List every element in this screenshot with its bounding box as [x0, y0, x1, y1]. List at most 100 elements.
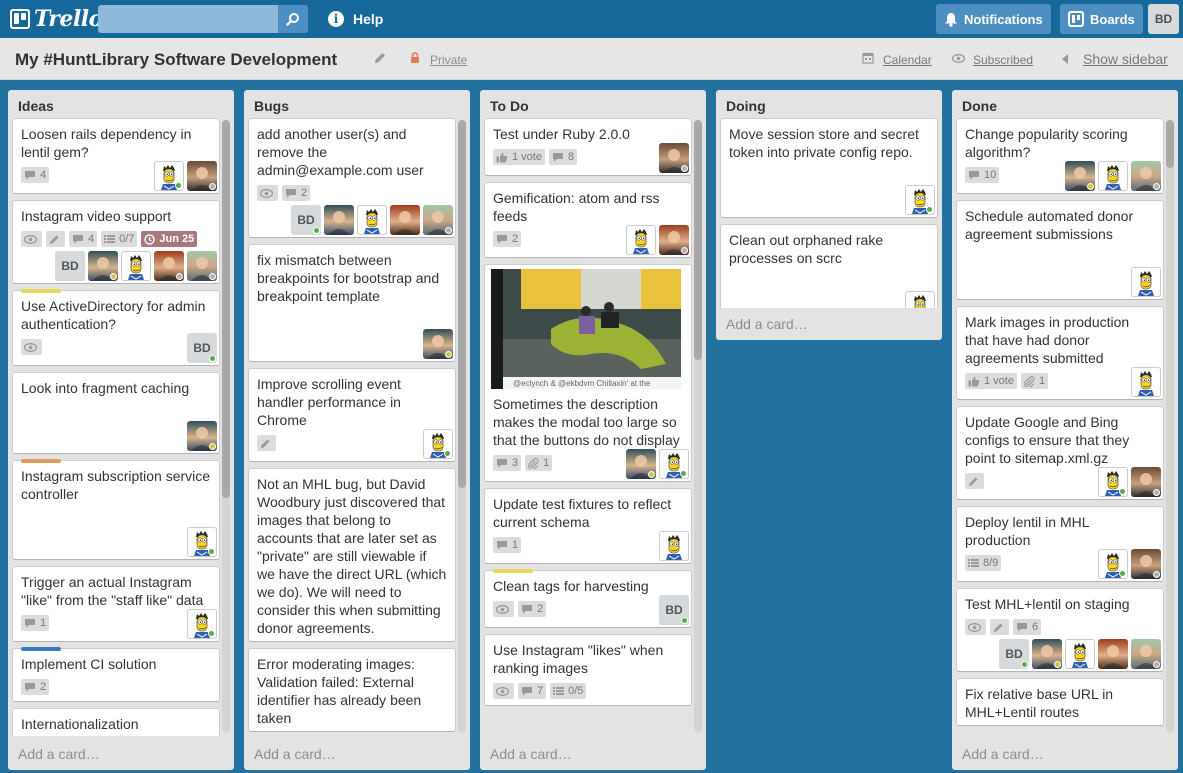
scrollbar-thumb[interactable] [1166, 120, 1174, 168]
member-avatar[interactable] [423, 205, 453, 235]
list-scrollbar[interactable] [694, 120, 702, 732]
boards-button[interactable]: Boards [1060, 4, 1143, 34]
card[interactable]: Mark images in production that have had … [956, 306, 1164, 400]
card[interactable]: Use ActiveDirectory for admin authentica… [12, 289, 220, 366]
member-avatar[interactable] [1131, 267, 1161, 297]
member-avatar[interactable] [187, 161, 217, 191]
search-input[interactable] [98, 5, 278, 33]
card[interactable]: Fix relative base URL in MHL+Lentil rout… [956, 678, 1164, 726]
member-avatar[interactable] [1098, 467, 1128, 497]
edit-pencil-icon[interactable] [374, 52, 386, 64]
member-avatar[interactable] [1065, 639, 1095, 669]
card[interactable]: Change popularity scoring algorithm? 10 [956, 118, 1164, 194]
card[interactable]: Trigger an actual Instagram "like" from … [12, 566, 220, 642]
member-avatar[interactable]: BD [187, 333, 217, 363]
help-button[interactable]: i Help [328, 8, 383, 30]
board-title[interactable]: My #HuntLibrary Software Development [15, 50, 337, 70]
member-avatar[interactable] [659, 225, 689, 255]
card[interactable]: fix mismatch between breakpoints for boo… [248, 244, 456, 362]
member-avatar[interactable] [121, 251, 151, 281]
list-title[interactable]: Bugs [254, 98, 289, 114]
member-avatar[interactable] [905, 291, 935, 308]
list-title[interactable]: To Do [490, 98, 529, 114]
member-avatar[interactable] [1131, 161, 1161, 191]
member-avatar[interactable] [357, 205, 387, 235]
user-avatar-button[interactable]: BD [1148, 4, 1179, 34]
member-avatar[interactable] [1098, 549, 1128, 579]
card[interactable]: Improve scrolling event handler performa… [248, 368, 456, 462]
member-avatar[interactable] [1131, 549, 1161, 579]
member-avatar[interactable] [324, 205, 354, 235]
card[interactable]: Update Google and Bing configs to ensure… [956, 406, 1164, 500]
trello-logo[interactable]: Trello [10, 6, 103, 32]
member-avatar[interactable]: BD [55, 251, 85, 281]
member-avatar[interactable] [1032, 639, 1062, 669]
member-avatar[interactable]: BD [291, 205, 321, 235]
card[interactable]: Test MHL+lentil on staging 6 BD [956, 588, 1164, 672]
member-avatar[interactable] [187, 421, 217, 451]
list-scrollbar[interactable] [222, 120, 230, 732]
member-avatar[interactable] [88, 251, 118, 281]
member-avatar[interactable] [905, 185, 935, 215]
list-title[interactable]: Doing [726, 98, 766, 114]
list-title[interactable]: Done [962, 98, 997, 114]
card[interactable]: Instagram subscription service controlle… [12, 459, 220, 560]
card[interactable]: Implement CI solution 2 [12, 647, 220, 702]
member-avatar[interactable] [1098, 639, 1128, 669]
card[interactable]: Not an MHL bug, but David Woodbury just … [248, 468, 456, 642]
member-avatar[interactable] [423, 429, 453, 459]
card[interactable]: Update test fixtures to reflect current … [484, 488, 692, 564]
subscribed-link[interactable]: Subscribed [973, 53, 1033, 67]
member-avatar[interactable]: BD [999, 639, 1029, 669]
scrollbar-thumb[interactable] [222, 120, 230, 498]
card[interactable]: Instagram video support 4 0/7 Jun 25 BD [12, 200, 220, 284]
member-avatar[interactable] [187, 527, 217, 557]
member-avatar[interactable] [1065, 161, 1095, 191]
visibility-link[interactable]: Private [430, 53, 467, 67]
member-avatar[interactable] [626, 225, 656, 255]
member-avatar[interactable]: BD [659, 595, 689, 625]
member-avatar[interactable] [154, 161, 184, 191]
member-avatar[interactable] [154, 251, 184, 281]
card[interactable]: Internationalization [12, 708, 220, 736]
list-scrollbar[interactable] [1166, 120, 1174, 732]
show-sidebar-link[interactable]: Show sidebar [1083, 51, 1168, 67]
card[interactable]: Gemification: atom and rss feeds 2 [484, 182, 692, 258]
card[interactable]: @eclynch & @ekbdvm Chillaxin' at the Some… [484, 264, 692, 482]
member-avatar[interactable] [659, 449, 689, 479]
member-avatar[interactable] [187, 251, 217, 281]
add-card-link[interactable]: Add a card… [18, 746, 100, 762]
notifications-button[interactable]: Notifications [936, 4, 1051, 34]
member-avatar[interactable] [187, 609, 217, 639]
card[interactable]: Schedule automated donor agreement submi… [956, 200, 1164, 300]
member-avatar[interactable] [423, 329, 453, 359]
member-avatar[interactable] [626, 449, 656, 479]
member-avatar[interactable] [1098, 161, 1128, 191]
card[interactable]: Clean out orphaned rake processes on scr… [720, 224, 938, 308]
member-avatar[interactable] [659, 531, 689, 561]
list-title[interactable]: Ideas [18, 98, 54, 114]
scrollbar-thumb[interactable] [458, 120, 466, 488]
card[interactable]: Use Instagram "likes" when ranking image… [484, 634, 692, 706]
member-avatar[interactable] [1131, 367, 1161, 397]
member-avatar[interactable] [1131, 467, 1161, 497]
card[interactable]: Error moderating images: Validation fail… [248, 648, 456, 732]
card[interactable]: Deploy lentil in MHL production 8/9 [956, 506, 1164, 582]
list-scrollbar[interactable] [458, 120, 466, 732]
add-card-link[interactable]: Add a card… [726, 316, 808, 332]
calendar-link[interactable]: Calendar [883, 53, 932, 67]
card[interactable]: Clean tags for harvesting 2 BD [484, 569, 692, 628]
card[interactable]: Move session store and secret token into… [720, 118, 938, 218]
member-avatar[interactable] [390, 205, 420, 235]
member-avatar[interactable] [659, 143, 689, 173]
search-button[interactable] [278, 5, 308, 33]
card[interactable]: Loosen rails dependency in lentil gem? 4 [12, 118, 220, 194]
scrollbar-thumb[interactable] [694, 120, 702, 360]
member-avatar[interactable] [1131, 639, 1161, 669]
add-card-link[interactable]: Add a card… [254, 746, 336, 762]
card[interactable]: add another user(s) and remove the admin… [248, 118, 456, 238]
add-card-link[interactable]: Add a card… [490, 746, 572, 762]
card[interactable]: Test under Ruby 2.0.0 1 vote 8 [484, 118, 692, 176]
add-card-link[interactable]: Add a card… [962, 746, 1044, 762]
card[interactable]: Look into fragment caching [12, 372, 220, 454]
